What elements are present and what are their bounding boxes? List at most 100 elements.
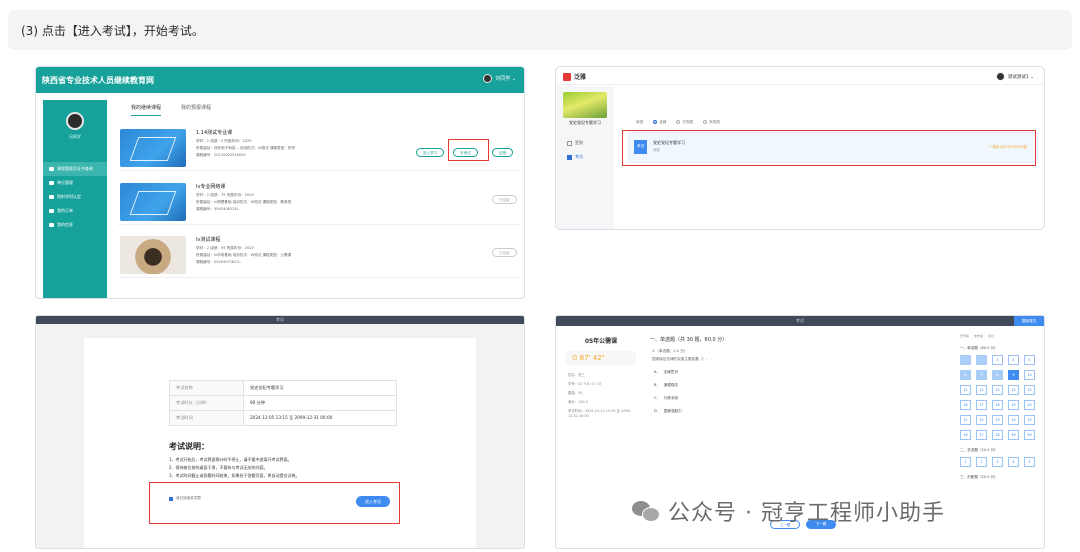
option-text: 行政手段 [663,396,679,400]
exam-info-table: 考试名称 党史党纪专题学习 考试时长（分钟） 90 分钟 考试时间 2024-12-0… [169,380,397,426]
question-cell[interactable]: 20 [1024,400,1035,410]
filter-all[interactable]: 全部 [653,120,666,125]
sidebar-item-orders[interactable]: 我的订单 [43,204,107,218]
question-cell[interactable]: 21 [960,415,971,425]
question-cell[interactable]: 1 [960,457,971,467]
rule-item: 1、考试开始后，考试界面倒计时不停止，请不要中途离开考试界面。 [169,457,292,462]
user-menu[interactable]: 刘同学 ⌄ [483,74,516,83]
filter-label: 状态 [636,120,644,124]
folder-icon [49,209,54,213]
question-cell[interactable]: 26 [960,430,971,440]
certificate-button[interactable]: 证明 [492,148,514,157]
app-header: 泛雅 测试测试1 ⌄ [556,67,1044,85]
question-cell[interactable]: 28 [992,430,1003,440]
sidebar-item-unit[interactable]: 单位管理 [43,176,107,190]
question-text: 国家保证法律的实施主要依靠（）。 [652,357,710,361]
option-key: A. [654,370,658,374]
question-cell[interactable]: 1 [960,355,971,365]
option-c[interactable]: C. 行政手段 [654,396,938,401]
course-thumbnail [120,129,186,167]
question-cell[interactable]: 16 [960,400,971,410]
exam-name: 05年公需课 [584,338,618,345]
sidebar-username: 吕同学 [69,134,81,139]
list-item: lv测试课程 学时：2 成绩：95 所属年份：2025 所属届站：lv市场基础 … [118,232,520,278]
filter-done[interactable]: 已完成 [676,120,693,125]
user-avatar-icon [995,72,1005,81]
exam-info: 学号：02 9 8 l 0 l 37 [568,382,602,386]
question-cell[interactable]: 22 [976,415,987,425]
question-cell[interactable]: 14 [1008,385,1019,395]
question-cell[interactable]: 10 [1024,370,1035,380]
course-meta: 学时：2 成绩：75 所属年份：2025 [196,193,254,197]
sidebar: 党史党纪专题学习 签到 考试 [556,86,614,229]
question-cell[interactable]: 24 [1008,415,1019,425]
wechat-icon [632,499,662,523]
sidebar-item-info[interactable]: 我的信息 [43,218,107,232]
ended-button[interactable]: 已结束 [492,195,517,204]
highlight-box [448,139,489,161]
option-key: C. [654,396,658,400]
question-cell[interactable]: 8 [992,370,1003,380]
submit-paper-button[interactable]: 整卷提交 [1014,316,1044,326]
question-cell[interactable]: 11 [960,385,971,395]
question-cell[interactable]: 5 [1024,355,1035,365]
question-cell[interactable]: 6 [960,370,971,380]
sidebar-item-credit[interactable]: 照射学时认定 [43,190,107,204]
option-a[interactable]: A. 法律意识 [654,370,938,375]
question-cell[interactable]: 15 [1024,385,1035,395]
legend-item: 未作答 [974,334,984,338]
user-name: 测试测试1 ⌄ [1007,74,1034,80]
sidebar-item-courses[interactable]: 课程管理及证书查询 [43,162,107,176]
rule-item: 2、保持座位前的桌面干净，不要有与考试无关的内容。 [169,465,268,470]
question-cell[interactable]: 18 [992,400,1003,410]
course-meta: 所属届站：lv物理基础 培训形式：W测试 课程类型：教育类 [196,200,292,204]
filter-undone[interactable]: 未完成 [703,120,720,125]
avatar [66,112,84,130]
question-cell[interactable]: 2 [976,457,987,467]
filter-label-text: 未完成 [709,120,720,124]
question-cell[interactable]: 3 [992,457,1003,467]
instruction-note: (3) 点击【进入考试】，开始考试。 [8,10,1072,50]
course-title: 1.14测试专业课 [196,130,233,136]
exam-info: 姓名：张三 [568,373,585,377]
course-thumbnail [120,236,186,274]
site-title: 陕西省专业技术人员继续教育网 [42,76,154,85]
question-cell[interactable]: 19 [1008,400,1019,410]
question-cell[interactable]: 30 [1024,430,1035,440]
course-meta: 所属届站：lv市场基础 培训形式：W测试 课程类型：公需课 [196,253,292,257]
course-thumbnail [120,183,186,221]
sidebar-item-exam[interactable]: 考试 [556,150,614,164]
option-b[interactable]: B. 道德观念 [654,383,938,388]
question-cell[interactable]: 4 [1008,457,1019,467]
question-cell[interactable]: 27 [976,430,987,440]
question-cell[interactable]: 5 [1024,457,1035,467]
tab-preregistered-courses[interactable]: 我的预报课程 [181,104,211,116]
question-cell[interactable]: 2 [976,355,987,365]
enter-study-button[interactable]: 进入学习 [416,148,445,157]
option-d[interactable]: D. 国家强制力 [654,409,938,414]
question-cell[interactable]: 29 [1008,430,1019,440]
question-cell[interactable]: 17 [976,400,987,410]
info-key: 考试时间 [169,410,244,426]
exam-info-panel: 05年公需课 ⏱ 87' 42" 姓名：张三 学号：02 9 8 l 0 l 3… [562,330,640,546]
course-cover [563,92,607,118]
ended-button[interactable]: 已结束 [492,248,517,257]
sidebar-item-label: 单位管理 [57,180,73,185]
question-grid: 1 2 3 4 5 6 7 8 9 10 11 12 13 14 15 16 17 18 19 20 21 22 23 24 2… [960,355,1044,440]
question-cell[interactable]: 23 [992,415,1003,425]
tab-current-courses[interactable]: 我的继续课程 [131,104,162,116]
user-menu[interactable]: 测试测试1 ⌄ [995,72,1034,81]
question-cell[interactable]: 3 [992,355,1003,365]
question-cell[interactable]: 12 [976,385,987,395]
sidebar-item-checkin[interactable]: 签到 [556,136,614,150]
question-cell[interactable]: 25 [1024,415,1035,425]
screenshot-exam-intro: 考试 考试名称 党史党纪专题学习 考试时长（分钟） 90 分钟 考试时间 2024-1… [35,315,525,549]
question-cell[interactable]: 4 [1008,355,1019,365]
info-key: 考试时长（分钟） [169,395,244,411]
question-cell[interactable]: 7 [976,370,987,380]
folder-icon [49,223,54,227]
question-cell[interactable]: 9 [1008,370,1019,380]
sidebar-item-label: 照射学时认定 [57,194,81,199]
option-text: 道德观念 [663,383,678,387]
question-cell[interactable]: 13 [992,385,1003,395]
